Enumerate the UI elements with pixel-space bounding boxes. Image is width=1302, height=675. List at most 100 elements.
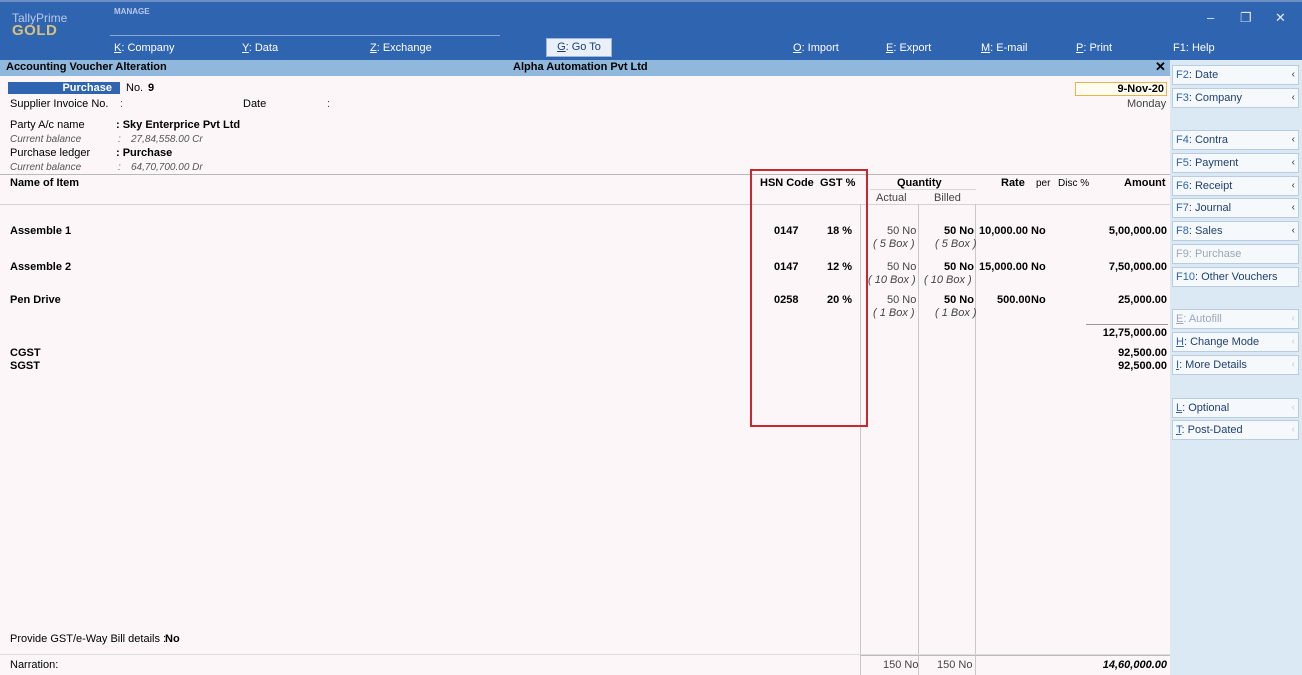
item-per: No xyxy=(1031,294,1046,306)
tax-amount-sgst[interactable]: 92,500.00 xyxy=(1080,360,1167,372)
f7-journal-button[interactable]: F7: Journal ‹ xyxy=(1172,198,1299,218)
item-billed-qty[interactable]: 50 No xyxy=(944,261,974,273)
party-name[interactable]: : Sky Enterprice Pvt Ltd xyxy=(116,119,240,131)
col-quantity: Quantity xyxy=(897,177,942,189)
close-icon[interactable]: ✕ xyxy=(1155,59,1166,75)
chevron-left-icon: ‹ xyxy=(1291,202,1295,213)
item-actual-alt: ( 1 Box ) xyxy=(873,307,915,319)
item-actual-alt: ( 5 Box ) xyxy=(873,238,915,250)
f10-other-vouchers-button[interactable]: F10: Other Vouchers xyxy=(1172,267,1299,287)
item-actual-qty[interactable]: 50 No xyxy=(887,261,916,273)
item-amount[interactable]: 7,50,000.00 xyxy=(1080,261,1167,273)
menu-data[interactable]: Y: Data xyxy=(242,42,278,54)
change-mode-button[interactable]: H: Change Mode ‹ xyxy=(1172,332,1299,352)
menu-exchange[interactable]: Z: Exchange xyxy=(370,42,432,54)
gst-details-value[interactable]: No xyxy=(165,633,180,645)
item-rate[interactable]: 15,000.00 xyxy=(979,261,1028,273)
col-amount: Amount xyxy=(1124,177,1166,189)
optional-button[interactable]: L: Optional ‹ xyxy=(1172,398,1299,418)
item-name[interactable]: Assemble 2 xyxy=(10,261,71,273)
menu-email[interactable]: M: E-mail xyxy=(981,42,1027,54)
screen-title-bar: Accounting Voucher Alteration Alpha Auto… xyxy=(0,59,1170,76)
col-per: per xyxy=(1036,178,1051,189)
party-balance-label: Current balance xyxy=(10,134,82,145)
autofill-button[interactable]: E: Autofill ‹ xyxy=(1172,309,1299,329)
post-dated-button[interactable]: T: Post-Dated ‹ xyxy=(1172,420,1299,440)
item-per: No xyxy=(1031,261,1046,273)
function-key-panel: F2: Date ‹ F3: Company ‹ F4: Contra ‹ F5: P… xyxy=(1170,60,1302,675)
chevron-left-icon: ‹ xyxy=(1291,69,1295,80)
supplier-invoice-label: Supplier Invoice No. xyxy=(10,98,109,110)
hsn-gst-highlight-box xyxy=(750,169,868,427)
purchase-ledger-label: Purchase ledger xyxy=(10,147,91,159)
item-actual-alt: ( 10 Box ) xyxy=(868,274,916,286)
chevron-left-icon: ‹ xyxy=(1291,336,1295,347)
voucher-date[interactable]: 9-Nov-20 xyxy=(1075,82,1167,96)
menu-goto[interactable]: G: Go To xyxy=(546,38,612,57)
item-billed-alt: ( 10 Box ) xyxy=(924,274,972,286)
item-rate[interactable]: 500.00 xyxy=(997,294,1031,306)
chevron-left-icon: ‹ xyxy=(1291,424,1295,435)
column-separator xyxy=(918,204,919,675)
table-top-divider xyxy=(0,174,1170,175)
tax-ledger-cgst[interactable]: CGST xyxy=(10,347,41,359)
column-separator xyxy=(975,204,976,675)
restore-icon[interactable]: ❐ xyxy=(1240,10,1252,26)
supplier-invoice-field[interactable]: : xyxy=(120,98,123,110)
item-rate[interactable]: 10,000.00 xyxy=(979,225,1028,237)
chevron-left-icon: ‹ xyxy=(1291,313,1295,324)
col-rate: Rate xyxy=(1001,177,1025,189)
voucher-form: Purchase No. 9 9-Nov-20 Monday Supplier … xyxy=(0,76,1170,675)
close-window-icon[interactable]: ✕ xyxy=(1275,10,1286,26)
item-billed-qty[interactable]: 50 No xyxy=(944,225,974,237)
item-amount[interactable]: 5,00,000.00 xyxy=(1080,225,1167,237)
gst-details-label: Provide GST/e-Way Bill details : xyxy=(10,633,167,645)
tax-ledger-sgst[interactable]: SGST xyxy=(10,360,40,372)
chevron-left-icon: ‹ xyxy=(1291,134,1295,145)
chevron-left-icon: ‹ xyxy=(1291,92,1295,103)
item-name[interactable]: Pen Drive xyxy=(10,294,61,306)
ledger-balance-colon: : xyxy=(118,162,121,173)
voucher-type[interactable]: Purchase xyxy=(8,82,120,94)
invoice-date-label: Date xyxy=(243,98,267,110)
tax-amount-cgst[interactable]: 92,500.00 xyxy=(1080,347,1167,359)
item-actual-qty[interactable]: 50 No xyxy=(887,225,916,237)
menu-company[interactable]: K: Company xyxy=(114,42,175,54)
total-billed-qty: 150 No xyxy=(937,659,973,671)
f9-purchase-button[interactable]: F9: Purchase xyxy=(1172,244,1299,264)
item-amount[interactable]: 25,000.00 xyxy=(1080,294,1167,306)
table-header-divider xyxy=(0,204,1170,205)
more-details-button[interactable]: I: More Details ‹ xyxy=(1172,355,1299,375)
menu-print[interactable]: P: Print xyxy=(1076,42,1112,54)
f4-contra-button[interactable]: F4: Contra ‹ xyxy=(1172,130,1299,150)
item-actual-qty[interactable]: 50 No xyxy=(887,294,916,306)
invoice-date-field[interactable]: : xyxy=(327,98,330,110)
minimize-icon[interactable]: – xyxy=(1207,10,1214,25)
col-disc: Disc % xyxy=(1058,178,1090,189)
item-per: No xyxy=(1031,225,1046,237)
voucher-no[interactable]: 9 xyxy=(148,82,154,94)
col-name-of-item: Name of Item xyxy=(10,177,80,189)
company-name: Alpha Automation Pvt Ltd xyxy=(513,61,648,73)
f8-sales-button[interactable]: F8: Sales ‹ xyxy=(1172,221,1299,241)
ledger-balance: 64,70,700.00 Dr xyxy=(131,162,203,173)
total-actual-qty: 150 No xyxy=(883,659,919,671)
party-balance-colon: : xyxy=(118,134,121,145)
voucher-no-label: No. xyxy=(126,82,144,94)
top-menu-bar: TallyPrime GOLD MANAGE K: Company Y: Dat… xyxy=(0,0,1302,60)
item-name[interactable]: Assemble 1 xyxy=(10,225,71,237)
item-billed-qty[interactable]: 50 No xyxy=(944,294,974,306)
screen-title: Accounting Voucher Alteration xyxy=(6,61,167,73)
f2-date-button[interactable]: F2: Date ‹ xyxy=(1172,65,1299,85)
purchase-ledger[interactable]: : Purchase xyxy=(116,147,172,159)
f5-payment-button[interactable]: F5: Payment ‹ xyxy=(1172,153,1299,173)
f3-company-button[interactable]: F3: Company ‹ xyxy=(1172,88,1299,108)
menu-export[interactable]: E: Export xyxy=(886,42,931,54)
col-billed: Billed xyxy=(934,192,961,204)
chevron-left-icon: ‹ xyxy=(1291,402,1295,413)
chevron-left-icon: ‹ xyxy=(1291,359,1295,370)
f6-receipt-button[interactable]: F6: Receipt ‹ xyxy=(1172,176,1299,196)
menu-help[interactable]: F1: Help xyxy=(1173,42,1215,54)
item-billed-alt: ( 1 Box ) xyxy=(935,307,977,319)
menu-import[interactable]: O: Import xyxy=(793,42,839,54)
